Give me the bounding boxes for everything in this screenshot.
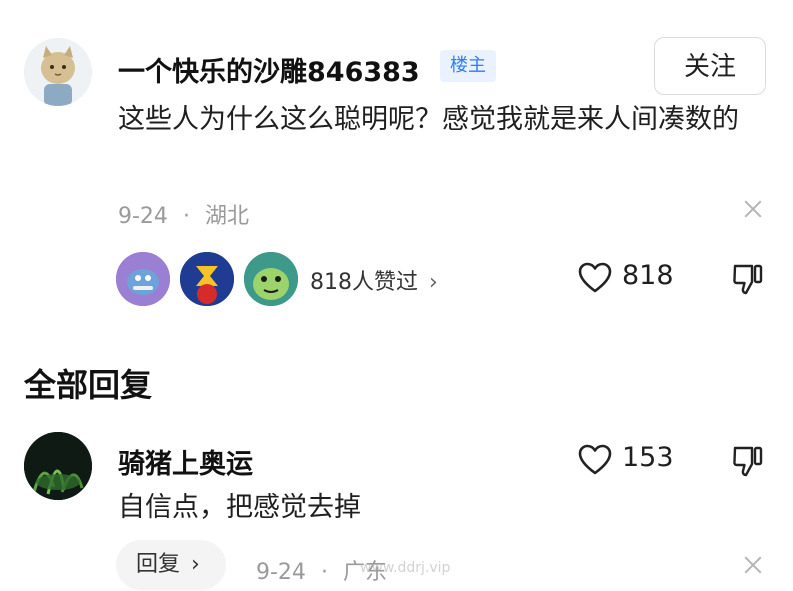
likers-summary[interactable]: 818人赞过 ›	[310, 264, 438, 296]
replier-avatar[interactable]	[24, 432, 92, 500]
thumbs-down-icon[interactable]	[732, 444, 764, 478]
chevron-right-icon: ›	[191, 552, 200, 577]
chevron-right-icon: ›	[429, 270, 438, 295]
all-replies-heading: 全部回复	[24, 366, 153, 404]
post-location: 湖北	[204, 204, 249, 229]
post-date: 9-24	[118, 204, 168, 229]
follow-button[interactable]: 关注	[654, 37, 766, 95]
reply-button[interactable]: 回复 ›	[116, 540, 226, 590]
liker-avatar[interactable]	[114, 250, 172, 308]
close-icon[interactable]	[742, 554, 764, 576]
reply-text: 自信点，把感觉去掉	[118, 492, 361, 523]
likers-count-text: 818人赞过	[310, 270, 418, 295]
reply-date: 9-24	[256, 560, 306, 585]
heart-icon[interactable]	[578, 444, 612, 476]
heart-icon[interactable]	[578, 262, 612, 294]
watermark: www.ddrj.vip	[360, 560, 451, 576]
reply-button-label: 回复	[136, 552, 181, 577]
reply-like-count: 153	[622, 442, 674, 473]
post-meta: 9-24 · 湖北	[118, 198, 249, 230]
close-icon[interactable]	[742, 198, 764, 220]
post-text: 这些人为什么这么聪明呢？感觉我就是来人间凑数的	[118, 104, 739, 135]
replier-username[interactable]: 骑猪上奥运	[118, 442, 253, 481]
liker-avatar[interactable]	[242, 250, 300, 308]
meta-separator: ·	[182, 204, 190, 229]
thumbs-down-icon[interactable]	[732, 262, 764, 296]
poster-avatar[interactable]	[24, 38, 92, 106]
like-count: 818	[622, 260, 674, 291]
meta-separator: ·	[320, 560, 328, 585]
poster-username[interactable]: 一个快乐的沙雕846383	[118, 50, 420, 89]
op-badge: 楼主	[440, 50, 496, 82]
liker-avatar[interactable]	[178, 250, 236, 308]
